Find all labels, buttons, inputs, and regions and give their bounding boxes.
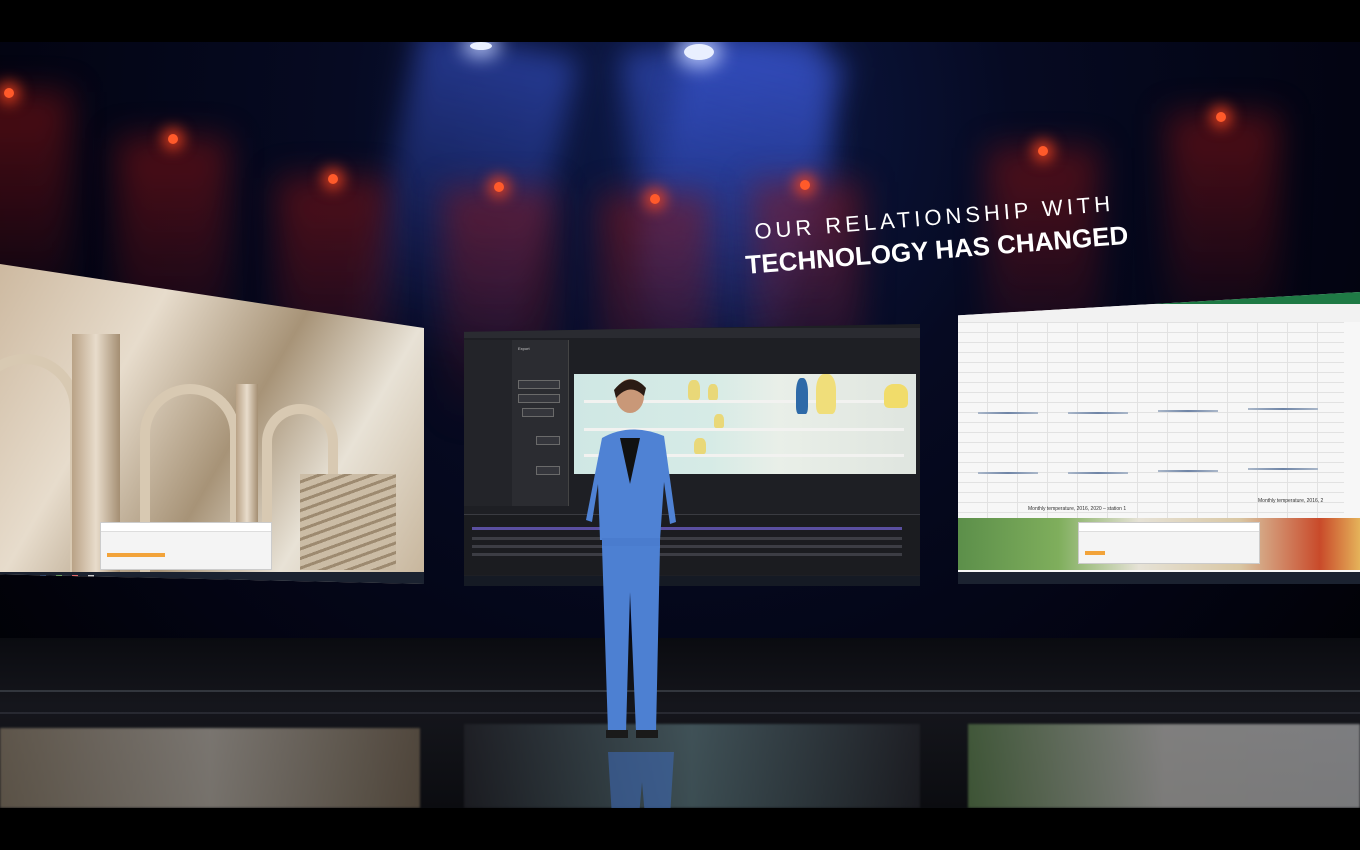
- presenter-reflection: [608, 752, 674, 808]
- spreadsheet-grid: Monthly temperature, 2016, 2020 – statio…: [958, 322, 1344, 522]
- export-settings-panel: Export: [512, 340, 569, 506]
- spreadsheet-photo-strip: [958, 518, 1360, 570]
- export-option-button: [518, 394, 560, 403]
- spreadsheet-chart-line: [978, 472, 1038, 474]
- red-stage-light: [1038, 146, 1048, 156]
- preview-vase: [714, 414, 724, 428]
- taskbar-app-icon: [88, 575, 94, 581]
- export-option-button: [518, 380, 560, 389]
- red-stage-light: [494, 182, 504, 192]
- taskbar-app-icon: [72, 575, 78, 581]
- export-option-button: [536, 466, 560, 475]
- dialog-title-bar: [1079, 523, 1259, 532]
- keynote-stage: OUR RELATIONSHIP WITH TECHNOLOGY HAS CHA…: [0, 42, 1360, 808]
- spreadsheet-chart-line: [1158, 410, 1218, 412]
- architecture-stairs: [300, 474, 396, 570]
- export-option-button: [536, 436, 560, 445]
- spreadsheet-dialog: [1078, 522, 1260, 564]
- red-stage-light: [328, 174, 338, 184]
- right-screen-reflection: [968, 724, 1360, 808]
- preview-vase: [796, 378, 808, 414]
- architecture-arch: [0, 354, 80, 584]
- spreadsheet-chart-line: [1248, 468, 1318, 470]
- render-dialog: [100, 522, 272, 570]
- left-screen-reflection: [0, 728, 420, 808]
- dialog-progress-bar: [107, 553, 165, 557]
- dialog-title-bar: [101, 523, 271, 532]
- preview-vase: [884, 384, 908, 408]
- right-display-screen: Monthly temperature, 2016, 2020 – statio…: [958, 292, 1360, 584]
- red-stage-light: [1216, 112, 1226, 122]
- spreadsheet-chart-caption: Monthly temperature, 2016, 2: [1258, 498, 1324, 504]
- preview-vase: [816, 374, 836, 414]
- export-option-button: [522, 408, 554, 417]
- spreadsheet-chart-line: [978, 412, 1038, 414]
- dialog-progress-bar: [1085, 551, 1105, 555]
- preview-vase: [708, 384, 718, 400]
- red-stage-light: [168, 134, 178, 144]
- export-panel-title: Export: [518, 346, 530, 351]
- red-stage-light: [650, 194, 660, 204]
- spreadsheet-chart-line: [1068, 412, 1128, 414]
- spreadsheet-chart-caption: Monthly temperature, 2016, 2020 – statio…: [1028, 506, 1127, 512]
- spreadsheet-chart-line: [1248, 408, 1318, 410]
- letterbox-top: [0, 0, 1360, 42]
- windows-taskbar: [958, 572, 1360, 584]
- red-stage-light: [4, 88, 14, 98]
- editor-project-panel: [464, 340, 512, 506]
- stage-spotlight-icon: [684, 44, 714, 60]
- spreadsheet-chart-line: [1158, 470, 1218, 472]
- spreadsheet-chart-line: [1068, 472, 1128, 474]
- taskbar-app-icon: [56, 575, 62, 581]
- taskbar-app-icon: [40, 575, 46, 581]
- presenter-figure: [586, 379, 676, 738]
- windows-taskbar: [0, 572, 424, 584]
- red-stage-light: [800, 180, 810, 190]
- stage-spotlight-icon: [470, 42, 492, 50]
- letterbox-bottom: [0, 808, 1360, 850]
